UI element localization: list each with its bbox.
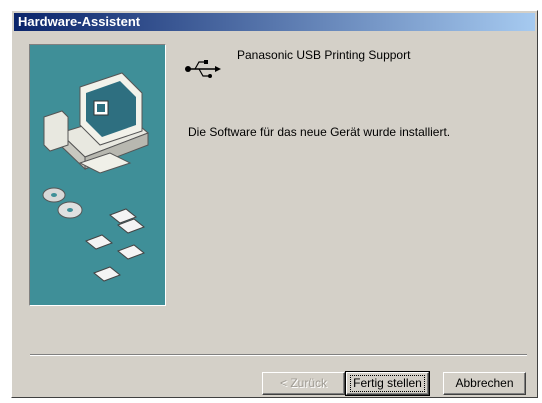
finish-button-label: Fertig stellen bbox=[350, 375, 425, 392]
cancel-button[interactable]: Abbrechen bbox=[443, 372, 526, 395]
divider bbox=[30, 354, 527, 356]
hardware-wizard-window: Hardware-Assistent Panasonic USB Printin… bbox=[11, 10, 538, 398]
back-button[interactable]: < Zurück bbox=[262, 372, 345, 395]
window-title: Hardware-Assistent bbox=[18, 14, 141, 29]
install-complete-message: Die Software für das neue Gerät wurde in… bbox=[188, 125, 451, 139]
wizard-illustration bbox=[29, 44, 166, 306]
device-name: Panasonic USB Printing Support bbox=[237, 48, 411, 62]
title-bar[interactable]: Hardware-Assistent bbox=[14, 13, 535, 31]
usb-icon bbox=[185, 60, 221, 78]
computer-illustration-icon bbox=[42, 72, 149, 282]
finish-button[interactable]: Fertig stellen bbox=[345, 371, 430, 396]
